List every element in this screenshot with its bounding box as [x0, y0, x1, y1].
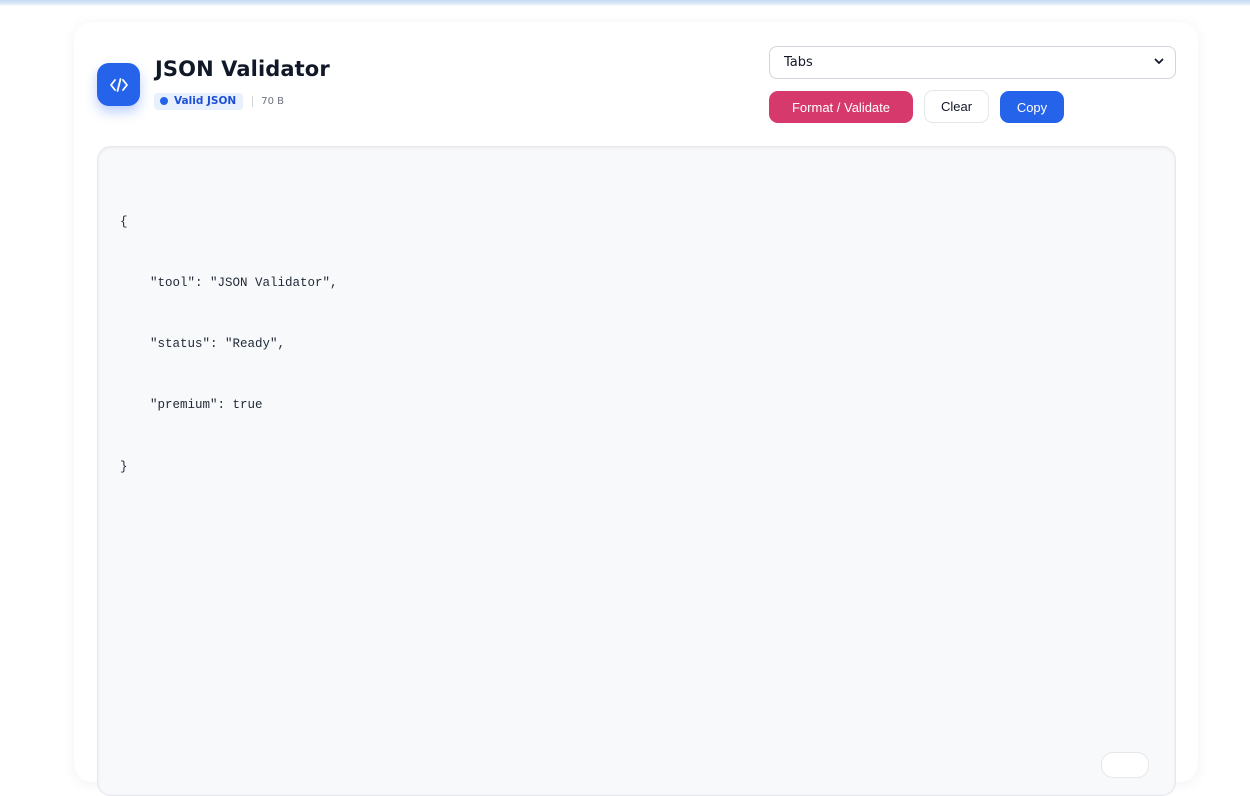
status-row: Valid JSON 70 B [154, 92, 284, 110]
code-icon [97, 63, 140, 106]
status-badge-label: Valid JSON [174, 95, 237, 107]
json-editor[interactable]: { "tool": "JSON Validator", "status": "R… [97, 146, 1176, 796]
code-line: "tool": "JSON Validator", [120, 276, 338, 291]
validator-card: JSON Validator Valid JSON 70 B Tabs Form… [74, 22, 1198, 796]
page-title: JSON Validator [155, 57, 330, 81]
indent-select[interactable]: Tabs [769, 46, 1176, 79]
divider [252, 95, 254, 107]
status-badge: Valid JSON [154, 92, 244, 110]
top-accent-strip [0, 0, 1250, 6]
clear-button[interactable]: Clear [924, 90, 989, 123]
code-line: { [120, 214, 128, 229]
copy-button[interactable]: Copy [1000, 91, 1064, 123]
format-validate-button[interactable]: Format / Validate [769, 91, 913, 123]
code-line: "status": "Ready", [120, 337, 286, 352]
code-line: } [120, 459, 128, 474]
indent-select-value: Tabs [784, 55, 813, 70]
json-size: 70 B [261, 95, 284, 107]
code-line: "premium": true [120, 398, 263, 413]
status-dot-icon [160, 97, 168, 105]
chevron-down-icon [1153, 55, 1165, 71]
json-code: { "tool": "JSON Validator", "status": "R… [120, 171, 338, 518]
